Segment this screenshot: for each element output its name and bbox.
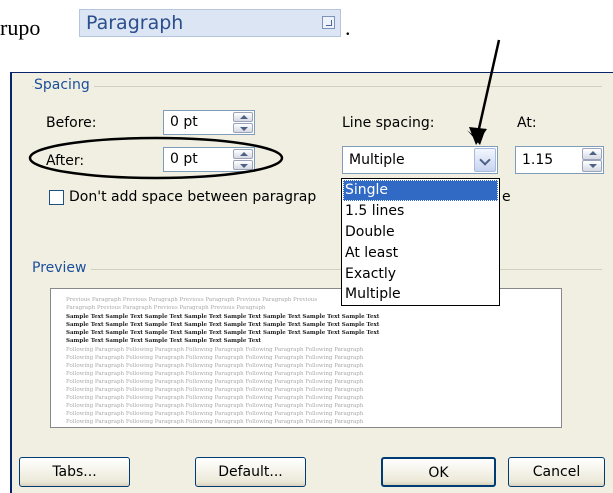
annotation-ellipse	[28, 136, 284, 180]
annotation-overlay	[28, 39, 501, 180]
annotation-arrow-shaft	[476, 39, 501, 134]
